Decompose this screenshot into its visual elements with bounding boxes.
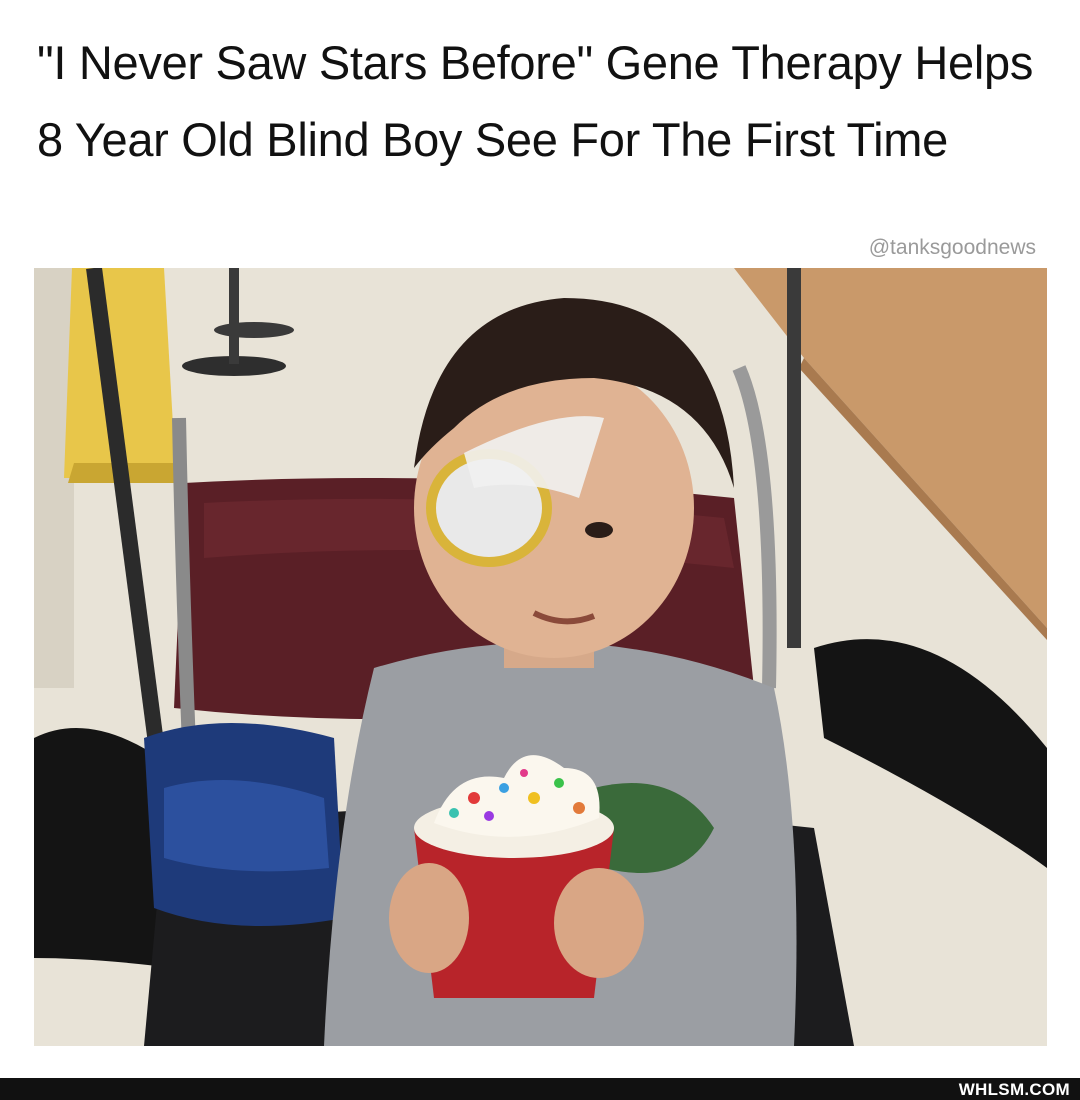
- source-handle: @tanksgoodnews: [868, 236, 1036, 259]
- boy-eye: [585, 522, 613, 538]
- photo-illustration: [34, 268, 1047, 1046]
- right-hand: [554, 868, 644, 978]
- photo: [34, 268, 1047, 1046]
- meme-post: "I Never Saw Stars Before" Gene Therapy …: [0, 0, 1080, 1100]
- footer-brand: WHLSM.COM: [958, 1080, 1070, 1099]
- footer-bar: [0, 1078, 1080, 1100]
- headline: "I Never Saw Stars Before" Gene Therapy …: [37, 36, 1034, 166]
- left-hand: [389, 863, 469, 973]
